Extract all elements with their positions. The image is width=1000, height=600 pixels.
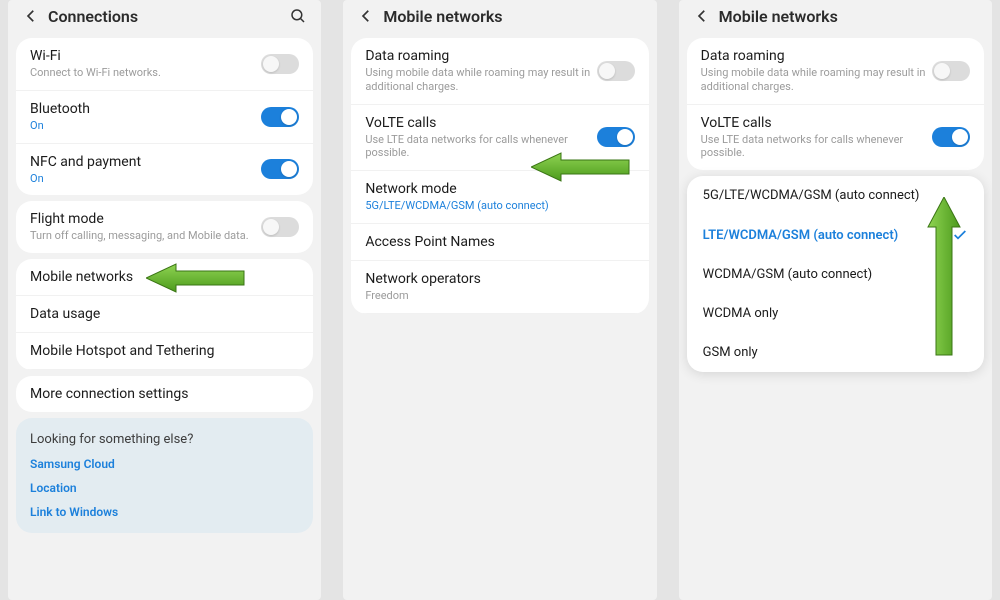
item-flight-mode[interactable]: Flight mode Turn off calling, messaging,… xyxy=(16,201,313,253)
screen-network-mode-picker: Mobile networks Data roaming Using mobil… xyxy=(679,0,992,600)
item-data-roaming[interactable]: Data roaming Using mobile data while roa… xyxy=(687,38,984,105)
back-icon[interactable] xyxy=(22,7,40,25)
bluetooth-toggle[interactable] xyxy=(261,107,299,127)
item-title: Mobile networks xyxy=(30,269,299,285)
item-subtitle: Using mobile data while roaming may resu… xyxy=(365,66,596,94)
info-card: Looking for something else? Samsung Clou… xyxy=(16,418,313,533)
option-lte[interactable]: LTE/WCDMA/GSM (auto connect) xyxy=(687,215,984,255)
screen-mobile-networks: Mobile networks Data roaming Using mobil… xyxy=(343,0,656,600)
item-subtitle: Use LTE data networks for calls whenever… xyxy=(701,133,932,161)
item-bluetooth[interactable]: Bluetooth On xyxy=(16,91,313,144)
group-flight: Flight mode Turn off calling, messaging,… xyxy=(16,201,313,253)
option-label: 5G/LTE/WCDMA/GSM (auto connect) xyxy=(703,188,968,203)
option-gsm[interactable]: GSM only xyxy=(687,333,984,372)
item-nfc[interactable]: NFC and payment On xyxy=(16,144,313,196)
item-subtitle: Using mobile data while roaming may resu… xyxy=(701,66,932,94)
roaming-toggle[interactable] xyxy=(597,61,635,81)
option-label: GSM only xyxy=(703,345,968,360)
item-subtitle: Turn off calling, messaging, and Mobile … xyxy=(30,229,261,243)
info-title: Looking for something else? xyxy=(30,432,299,447)
item-title: Data roaming xyxy=(365,48,596,64)
item-title: Bluetooth xyxy=(30,101,261,117)
item-subtitle: Freedom xyxy=(365,289,634,303)
item-subtitle: 5G/LTE/WCDMA/GSM (auto connect) xyxy=(365,199,634,213)
page-title: Connections xyxy=(48,7,289,26)
wifi-toggle[interactable] xyxy=(261,54,299,74)
option-label: WCDMA only xyxy=(703,306,968,321)
item-title: Access Point Names xyxy=(365,234,634,250)
item-subtitle: Use LTE data networks for calls whenever… xyxy=(365,133,596,161)
item-hotspot[interactable]: Mobile Hotspot and Tethering xyxy=(16,333,313,370)
check-icon xyxy=(952,227,968,243)
option-wcdma-gsm[interactable]: WCDMA/GSM (auto connect) xyxy=(687,255,984,294)
group-network-settings: Data roaming Using mobile data while roa… xyxy=(351,38,648,314)
group-more: More connection settings xyxy=(16,376,313,412)
item-title: NFC and payment xyxy=(30,154,261,170)
flight-toggle[interactable] xyxy=(261,217,299,237)
volte-toggle[interactable] xyxy=(932,127,970,147)
network-mode-popup: 5G/LTE/WCDMA/GSM (auto connect) LTE/WCDM… xyxy=(687,176,984,372)
option-5g[interactable]: 5G/LTE/WCDMA/GSM (auto connect) xyxy=(687,176,984,215)
header: Connections xyxy=(8,0,321,32)
back-icon[interactable] xyxy=(693,7,711,25)
search-icon[interactable] xyxy=(289,7,307,25)
nfc-toggle[interactable] xyxy=(261,159,299,179)
link-link-to-windows[interactable]: Link to Windows xyxy=(30,505,299,519)
item-title: Wi-Fi xyxy=(30,48,261,64)
link-location[interactable]: Location xyxy=(30,481,299,495)
group-wireless: Wi-Fi Connect to Wi-Fi networks. Bluetoo… xyxy=(16,38,313,195)
item-title: VoLTE calls xyxy=(701,115,932,131)
group-mobile: Mobile networks Data usage Mobile Hotspo… xyxy=(16,259,313,370)
group-network-settings: Data roaming Using mobile data while roa… xyxy=(687,38,984,170)
item-wifi[interactable]: Wi-Fi Connect to Wi-Fi networks. xyxy=(16,38,313,91)
item-data-usage[interactable]: Data usage xyxy=(16,296,313,333)
item-title: More connection settings xyxy=(30,386,299,402)
item-network-mode[interactable]: Network mode 5G/LTE/WCDMA/GSM (auto conn… xyxy=(351,171,648,224)
item-volte[interactable]: VoLTE calls Use LTE data networks for ca… xyxy=(687,105,984,171)
item-title: Network operators xyxy=(365,271,634,287)
item-subtitle: On xyxy=(30,119,261,133)
item-mobile-networks[interactable]: Mobile networks xyxy=(16,259,313,296)
item-more-settings[interactable]: More connection settings xyxy=(16,376,313,412)
link-samsung-cloud[interactable]: Samsung Cloud xyxy=(30,457,299,471)
item-subtitle: Connect to Wi-Fi networks. xyxy=(30,66,261,80)
item-data-roaming[interactable]: Data roaming Using mobile data while roa… xyxy=(351,38,648,105)
item-title: Flight mode xyxy=(30,211,261,227)
option-wcdma[interactable]: WCDMA only xyxy=(687,294,984,333)
header: Mobile networks xyxy=(679,0,992,32)
volte-toggle[interactable] xyxy=(597,127,635,147)
screen-connections: Connections Wi-Fi Connect to Wi-Fi netwo… xyxy=(8,0,321,600)
page-title: Mobile networks xyxy=(719,7,978,26)
option-label: WCDMA/GSM (auto connect) xyxy=(703,267,968,282)
option-label: LTE/WCDMA/GSM (auto connect) xyxy=(703,228,952,243)
item-volte[interactable]: VoLTE calls Use LTE data networks for ca… xyxy=(351,105,648,172)
roaming-toggle[interactable] xyxy=(932,61,970,81)
header: Mobile networks xyxy=(343,0,656,32)
back-icon[interactable] xyxy=(357,7,375,25)
item-operators[interactable]: Network operators Freedom xyxy=(351,261,648,314)
item-apn[interactable]: Access Point Names xyxy=(351,224,648,261)
item-title: Data roaming xyxy=(701,48,932,64)
item-title: Mobile Hotspot and Tethering xyxy=(30,343,299,359)
item-title: Network mode xyxy=(365,181,634,197)
item-title: Data usage xyxy=(30,306,299,322)
item-title: VoLTE calls xyxy=(365,115,596,131)
page-title: Mobile networks xyxy=(383,7,642,26)
item-subtitle: On xyxy=(30,172,261,186)
